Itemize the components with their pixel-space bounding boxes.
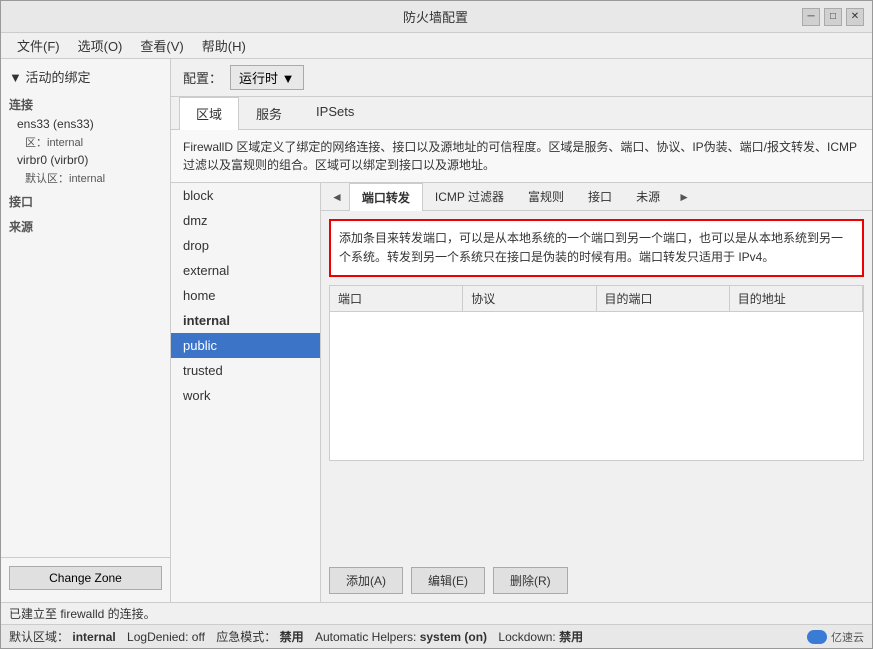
port-forward-description: 添加条目来转发端口，可以是从本地系统的一个端口到另一个端口，也可以是从本地系统到… bbox=[329, 219, 864, 277]
menu-file[interactable]: 文件(F) bbox=[9, 34, 68, 57]
log-denied-label: LogDenied: bbox=[127, 630, 188, 644]
config-dropdown[interactable]: 运行时 ▼ bbox=[230, 65, 303, 90]
zone-public[interactable]: public bbox=[171, 333, 320, 358]
minimize-button[interactable]: ─ bbox=[802, 8, 820, 26]
main-tabs: 区域 服务 IPSets bbox=[171, 97, 872, 130]
menu-view[interactable]: 查看(V) bbox=[132, 34, 191, 57]
main-panel: 配置： 运行时 ▼ 区域 服务 IPSets FirewallD 区域定义了绑定… bbox=[171, 59, 872, 602]
sub-tabs-row: ◄ 端口转发 ICMP 过滤器 富规则 接口 未源 ► bbox=[321, 183, 872, 211]
status-details: 默认区域： internal LogDenied: off 应急模式： 禁用 A… bbox=[9, 628, 583, 645]
close-button[interactable]: ✕ bbox=[846, 8, 864, 26]
zone-drop[interactable]: drop bbox=[171, 233, 320, 258]
tab-zone[interactable]: 区域 bbox=[179, 97, 239, 130]
sidebar-ens33[interactable]: ens33 (ens33) bbox=[1, 115, 170, 133]
emergency-value: 禁用 bbox=[280, 630, 304, 644]
sub-tab-port-forward[interactable]: 端口转发 bbox=[349, 183, 423, 211]
brand-label: 亿速云 bbox=[831, 629, 864, 645]
emergency-label: 应急模式： bbox=[216, 630, 276, 644]
source-group-label: 来源 bbox=[1, 212, 170, 237]
zone-home[interactable]: home bbox=[171, 283, 320, 308]
zone-list: block dmz drop external home internal pu… bbox=[171, 183, 321, 602]
menu-help[interactable]: 帮助(H) bbox=[194, 34, 254, 57]
zone-work[interactable]: work bbox=[171, 383, 320, 408]
zone-panel: ◄ 端口转发 ICMP 过滤器 富规则 接口 未源 ► 添加条目来转发端口，可以… bbox=[321, 183, 872, 602]
table-body bbox=[329, 311, 864, 461]
interface-group-label: 接口 bbox=[1, 187, 170, 212]
zone-dmz[interactable]: dmz bbox=[171, 208, 320, 233]
auto-helpers-label: Automatic Helpers: bbox=[315, 630, 416, 644]
main-window: 防火墙配置 ─ □ ✕ 文件(F) 选项(O) 查看(V) 帮助(H) ▼ 活动… bbox=[0, 0, 873, 649]
description-area: FirewallD 区域定义了绑定的网络连接、接口以及源地址的可信程度。区域是服… bbox=[171, 130, 872, 183]
status-bar-bottom: 默认区域： internal LogDenied: off 应急模式： 禁用 A… bbox=[1, 624, 872, 648]
connection-group-label: 连接 bbox=[1, 90, 170, 115]
sub-tab-interface[interactable]: 接口 bbox=[576, 183, 624, 210]
sub-tab-rich-rules[interactable]: 富规则 bbox=[516, 183, 576, 210]
zone-content: block dmz drop external home internal pu… bbox=[171, 183, 872, 602]
menu-bar: 文件(F) 选项(O) 查看(V) 帮助(H) bbox=[1, 33, 872, 59]
sub-tab-icmp-filter[interactable]: ICMP 过滤器 bbox=[423, 183, 516, 210]
default-zone-label: 默认区域： bbox=[9, 630, 69, 644]
delete-button[interactable]: 删除(R) bbox=[493, 567, 568, 594]
sidebar: ▼ 活动的绑定 连接 ens33 (ens33) 区：internal virb… bbox=[1, 59, 171, 602]
add-button[interactable]: 添加(A) bbox=[329, 567, 403, 594]
zone-trusted[interactable]: trusted bbox=[171, 358, 320, 383]
maximize-button[interactable]: □ bbox=[824, 8, 842, 26]
sidebar-virbr0-zone: 默认区：internal bbox=[1, 169, 170, 187]
content-area: ▼ 活动的绑定 连接 ens33 (ens33) 区：internal virb… bbox=[1, 59, 872, 602]
sidebar-bottom: Change Zone bbox=[1, 557, 170, 598]
zone-block[interactable]: block bbox=[171, 183, 320, 208]
default-zone-value: internal bbox=[72, 630, 115, 644]
table-col-protocol: 协议 bbox=[463, 286, 596, 311]
cloud-icon bbox=[807, 630, 827, 644]
brand-area: 亿速云 bbox=[807, 629, 864, 645]
sub-tab-left-arrow[interactable]: ◄ bbox=[325, 186, 349, 208]
sub-tab-source[interactable]: 未源 bbox=[624, 183, 672, 210]
zone-external[interactable]: external bbox=[171, 258, 320, 283]
log-denied-value: off bbox=[192, 630, 205, 644]
table-area: 端口 协议 目的端口 目的地址 bbox=[329, 285, 864, 559]
lockdown-value: 禁用 bbox=[559, 630, 583, 644]
zone-internal[interactable]: internal bbox=[171, 308, 320, 333]
change-zone-button[interactable]: Change Zone bbox=[9, 566, 162, 590]
bottom-buttons: 添加(A) 编辑(E) 删除(R) bbox=[321, 559, 872, 602]
sidebar-virbr0[interactable]: virbr0 (virbr0) bbox=[1, 151, 170, 169]
tab-service[interactable]: 服务 bbox=[239, 97, 299, 129]
sidebar-ens33-zone: 区：internal bbox=[1, 133, 170, 151]
lockdown-label: Lockdown: bbox=[498, 630, 555, 644]
sub-tab-right-arrow[interactable]: ► bbox=[672, 186, 696, 208]
window-title: 防火墙配置 bbox=[69, 7, 802, 26]
edit-button[interactable]: 编辑(E) bbox=[411, 567, 485, 594]
status-bar: 已建立至 firewalld 的连接。 bbox=[1, 602, 872, 624]
menu-options[interactable]: 选项(O) bbox=[70, 34, 131, 57]
auto-helpers-value: system (on) bbox=[420, 630, 487, 644]
title-bar: 防火墙配置 ─ □ ✕ bbox=[1, 1, 872, 33]
config-bar: 配置： 运行时 ▼ bbox=[171, 59, 872, 97]
table-col-dest-port: 目的端口 bbox=[597, 286, 730, 311]
table-col-port: 端口 bbox=[330, 286, 463, 311]
table-col-dest-addr: 目的地址 bbox=[730, 286, 863, 311]
table-header: 端口 协议 目的端口 目的地址 bbox=[329, 285, 864, 311]
tab-ipsets[interactable]: IPSets bbox=[299, 97, 371, 129]
active-binding-header[interactable]: ▼ 活动的绑定 bbox=[1, 63, 170, 90]
window-controls: ─ □ ✕ bbox=[802, 8, 864, 26]
config-label: 配置： bbox=[183, 68, 222, 87]
